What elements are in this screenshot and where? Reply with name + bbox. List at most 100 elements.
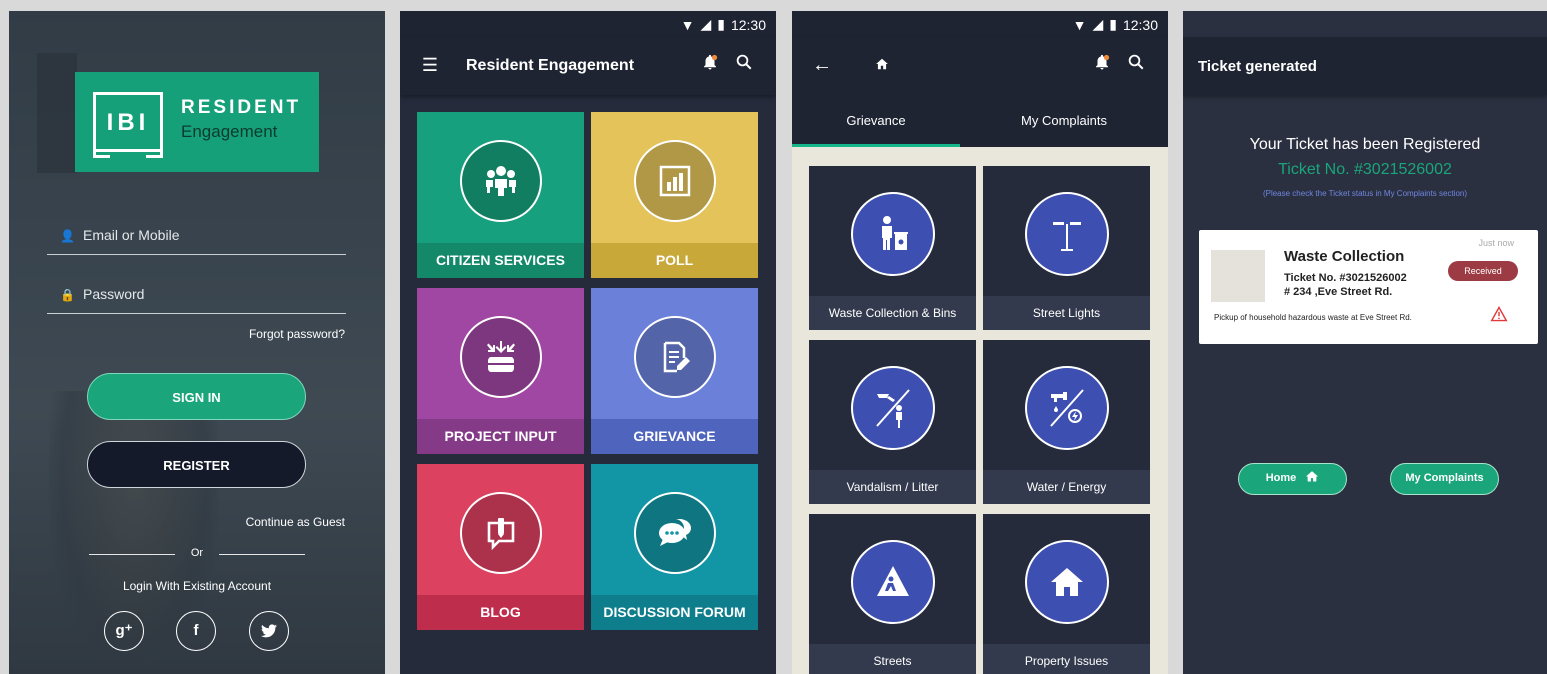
notification-bell-icon[interactable]	[696, 51, 724, 79]
forgot-password-link[interactable]: Forgot password?	[249, 327, 345, 341]
ticket-thumbnail	[1211, 250, 1265, 302]
tile-label: CITIZEN SERVICES	[417, 243, 584, 278]
tile-label: BLOG	[417, 595, 584, 630]
home-button[interactable]: Home	[1238, 463, 1347, 495]
chat-bubbles-icon	[633, 492, 716, 574]
home-icon	[1306, 471, 1319, 482]
category-label: Waste Collection & Bins	[809, 296, 976, 330]
category-streets[interactable]: Streets	[809, 514, 976, 674]
ticket-card-address: # 234 ,Eve Street Rd.	[1284, 286, 1393, 298]
ticket-number: Ticket No. #3021526002	[1278, 161, 1452, 178]
category-label: Property Issues	[983, 644, 1150, 674]
tile-project-input[interactable]: PROJECT INPUT	[417, 288, 584, 454]
tile-blog[interactable]: BLOG	[417, 464, 584, 630]
tab-bar: Grievance My Complaints	[792, 95, 1168, 147]
category-label: Water / Energy	[983, 470, 1150, 504]
search-icon[interactable]	[1122, 51, 1150, 79]
register-button[interactable]: REGISTER	[87, 441, 306, 488]
email-placeholder: Email or Mobile	[83, 227, 180, 243]
grievance-screen: ▼ ◢ ▮ 12:30 ← Grievance My Complaints Wa…	[792, 11, 1168, 674]
category-property-issues[interactable]: Property Issues	[983, 514, 1150, 674]
facebook-icon[interactable]: f	[176, 611, 216, 651]
edit-document-icon	[633, 316, 716, 398]
lock-icon: 🔒	[60, 288, 75, 302]
tile-label: GRIEVANCE	[591, 419, 758, 454]
wifi-icon: ▼	[1072, 16, 1087, 33]
tab-grievance[interactable]: Grievance	[792, 95, 960, 147]
tile-grievance[interactable]: GRIEVANCE	[591, 288, 758, 454]
ticket-card-description: Pickup of household hazardous waste at E…	[1214, 313, 1412, 322]
screen-title: Ticket generated	[1198, 58, 1317, 75]
tile-label: POLL	[591, 243, 758, 278]
tab-my-complaints[interactable]: My Complaints	[960, 95, 1168, 147]
home-button-label: Home	[1265, 472, 1297, 484]
battery-icon: ▮	[717, 16, 725, 32]
dashboard-screen: ▼ ◢ ▮ 12:30 ☰ Resident Engagement CITIZE…	[400, 11, 776, 674]
ticket-note: (Please check the Ticket status in My Co…	[1262, 189, 1468, 198]
project-input-icon	[459, 316, 542, 398]
signal-icon: ◢	[1092, 16, 1104, 32]
user-icon: 👤	[60, 229, 75, 243]
registered-heading: Your Ticket has been Registered	[1249, 136, 1481, 153]
password-field[interactable]: 🔒 Password	[47, 280, 346, 314]
category-vandalism[interactable]: Vandalism / Litter	[809, 340, 976, 504]
my-complaints-button[interactable]: My Complaints	[1390, 463, 1499, 495]
email-field[interactable]: 👤 Email or Mobile	[47, 221, 346, 255]
app-title: Resident Engagement	[466, 57, 635, 74]
road-work-icon	[850, 540, 935, 624]
ticket-card-number: Ticket No. #3021526002	[1284, 272, 1407, 284]
app-bar: ←	[792, 37, 1168, 95]
home-icon[interactable]	[868, 51, 896, 79]
search-icon[interactable]	[730, 51, 758, 79]
back-arrow-icon[interactable]: ←	[808, 51, 836, 79]
password-placeholder: Password	[83, 286, 145, 302]
app-bar: Ticket generated	[1183, 37, 1547, 95]
category-street-lights[interactable]: Street Lights	[983, 166, 1150, 330]
ticket-screen: Ticket generated Your Ticket has been Re…	[1183, 11, 1547, 674]
ticket-card[interactable]: Waste Collection Ticket No. #3021526002 …	[1199, 230, 1538, 344]
wifi-icon: ▼	[680, 16, 695, 33]
category-label: Street Lights	[983, 296, 1150, 330]
warning-icon	[1490, 305, 1508, 327]
citizens-group-icon	[459, 140, 542, 222]
tile-label: DISCUSSION FORUM	[591, 595, 758, 630]
tile-label: PROJECT INPUT	[417, 419, 584, 454]
twitter-icon[interactable]	[249, 611, 289, 651]
google-plus-icon[interactable]: g⁺	[104, 611, 144, 651]
status-time: 12:30	[1122, 16, 1158, 33]
menu-icon[interactable]: ☰	[416, 51, 444, 79]
login-existing-label: Login With Existing Account	[122, 579, 272, 593]
app-bar: ☰ Resident Engagement	[400, 37, 776, 95]
waste-bin-icon	[850, 192, 935, 276]
category-waste-collection[interactable]: Waste Collection & Bins	[809, 166, 976, 330]
continue-as-guest-link[interactable]: Continue as Guest	[246, 515, 345, 529]
tile-poll[interactable]: POLL	[591, 112, 758, 278]
ibi-logo-mark: IBI	[93, 92, 163, 158]
status-badge: Received	[1448, 261, 1518, 281]
water-energy-icon	[1024, 366, 1109, 450]
status-time: 12:30	[730, 16, 766, 33]
category-label: Streets	[809, 644, 976, 674]
category-water-energy[interactable]: Water / Energy	[983, 340, 1150, 504]
bar-chart-icon	[633, 140, 716, 222]
vandalism-icon	[850, 366, 935, 450]
blog-pen-icon	[459, 492, 542, 574]
street-light-icon	[1024, 192, 1109, 276]
status-bar: ▼ ◢ ▮ 12:30	[400, 11, 776, 37]
notification-bell-icon[interactable]	[1088, 51, 1116, 79]
tile-discussion-forum[interactable]: DISCUSSION FORUM	[591, 464, 758, 630]
sign-in-button[interactable]: SIGN IN	[87, 373, 306, 420]
category-label: Vandalism / Litter	[809, 470, 976, 504]
status-bar: ▼ ◢ ▮ 12:30	[792, 11, 1168, 37]
login-screen: IBI RESIDENT Engagement 👤 Email or Mobil…	[9, 11, 385, 674]
house-icon	[1024, 540, 1109, 624]
ticket-card-time: Just now	[1478, 238, 1514, 248]
logo-line1: RESIDENT	[181, 97, 302, 118]
ticket-card-title: Waste Collection	[1284, 248, 1405, 265]
or-divider: Or	[89, 547, 305, 561]
signal-icon: ◢	[700, 16, 712, 32]
app-logo: IBI RESIDENT Engagement	[75, 72, 319, 172]
battery-icon: ▮	[1109, 16, 1117, 32]
tile-citizen-services[interactable]: CITIZEN SERVICES	[417, 112, 584, 278]
logo-line2: Engagement	[181, 122, 278, 141]
